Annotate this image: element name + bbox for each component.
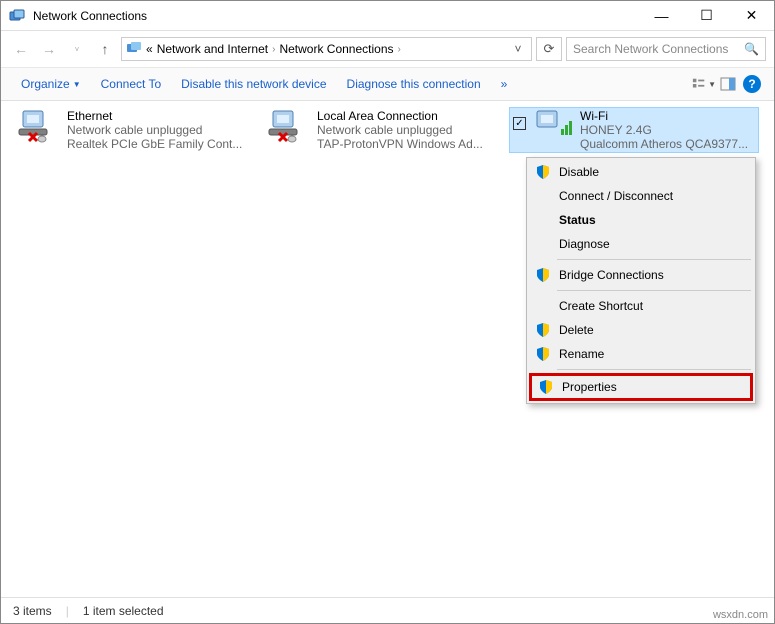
address-bar: ← → ˅ ↑ « Network and Internet › Network… bbox=[1, 31, 774, 67]
refresh-button[interactable]: ⟳ bbox=[536, 37, 562, 61]
more-button[interactable]: » bbox=[491, 73, 518, 95]
status-bar: 3 items | 1 item selected bbox=[1, 597, 774, 623]
breadcrumb-prefix: « bbox=[146, 42, 153, 56]
selected-count: 1 item selected bbox=[83, 604, 164, 618]
connection-name: Ethernet bbox=[67, 109, 255, 123]
connection-status: Network cable unplugged bbox=[317, 123, 505, 137]
ctx-status[interactable]: Status bbox=[529, 208, 753, 232]
connection-status: Network cable unplugged bbox=[67, 123, 255, 137]
shield-icon bbox=[538, 379, 554, 395]
toolbar: Organize ▼ Connect To Disable this netwo… bbox=[1, 67, 774, 101]
connection-device: Qualcomm Atheros QCA9377... bbox=[580, 137, 755, 151]
address-box[interactable]: « Network and Internet › Network Connect… bbox=[121, 37, 532, 61]
help-icon: ? bbox=[743, 75, 761, 93]
context-menu: Disable Connect / Disconnect Status Diag… bbox=[526, 157, 756, 404]
chevron-right-icon[interactable]: › bbox=[398, 44, 401, 55]
chevron-down-icon: ▼ bbox=[73, 80, 81, 89]
close-button[interactable]: ✕ bbox=[729, 1, 774, 30]
shield-icon bbox=[535, 346, 551, 362]
status-divider: | bbox=[66, 604, 69, 618]
ctx-separator bbox=[557, 259, 751, 260]
search-icon: 🔍 bbox=[744, 42, 759, 56]
view-options-icon[interactable]: ▼ bbox=[692, 72, 716, 96]
connection-local-area[interactable]: Local Area Connection Network cable unpl… bbox=[259, 107, 509, 153]
shield-icon bbox=[535, 267, 551, 283]
ctx-delete[interactable]: Delete bbox=[529, 318, 753, 342]
search-input[interactable]: Search Network Connections 🔍 bbox=[566, 37, 766, 61]
ctx-diagnose[interactable]: Diagnose bbox=[529, 232, 753, 256]
selection-checkbox[interactable]: ✓ bbox=[513, 117, 526, 130]
error-x-icon bbox=[27, 131, 47, 147]
connect-to-button[interactable]: Connect To bbox=[91, 73, 172, 95]
connection-device: Realtek PCIe GbE Family Cont... bbox=[67, 137, 255, 151]
search-placeholder: Search Network Connections bbox=[573, 42, 728, 56]
organize-menu[interactable]: Organize ▼ bbox=[11, 73, 91, 95]
connection-status: HONEY 2.4G bbox=[580, 123, 755, 137]
shield-icon bbox=[535, 164, 551, 180]
ctx-rename[interactable]: Rename bbox=[529, 342, 753, 366]
connection-wifi[interactable]: ✓ Wi-Fi HONEY 2.4G Qualcomm Atheros QCA9… bbox=[509, 107, 759, 153]
maximize-button[interactable]: ☐ bbox=[684, 1, 729, 30]
ctx-separator bbox=[557, 290, 751, 291]
connection-name: Local Area Connection bbox=[317, 109, 505, 123]
forward-button[interactable]: → bbox=[37, 37, 61, 61]
ctx-separator bbox=[557, 369, 751, 370]
connection-ethernet[interactable]: Ethernet Network cable unplugged Realtek… bbox=[9, 107, 259, 153]
title-bar: Network Connections — ☐ ✕ bbox=[1, 1, 774, 31]
connection-name: Wi-Fi bbox=[580, 109, 755, 123]
address-dropdown[interactable]: ˅ bbox=[509, 42, 527, 56]
disable-device-button[interactable]: Disable this network device bbox=[171, 73, 336, 95]
folder-icon bbox=[126, 40, 142, 59]
error-x-icon bbox=[277, 131, 297, 147]
ctx-properties[interactable]: Properties bbox=[529, 373, 753, 401]
ctx-connect[interactable]: Connect / Disconnect bbox=[529, 184, 753, 208]
ctx-disable[interactable]: Disable bbox=[529, 160, 753, 184]
ctx-bridge[interactable]: Bridge Connections bbox=[529, 263, 753, 287]
shield-icon bbox=[535, 322, 551, 338]
ctx-shortcut[interactable]: Create Shortcut bbox=[529, 294, 753, 318]
recent-dropdown[interactable]: ˅ bbox=[65, 37, 89, 61]
watermark: wsxdn.com bbox=[713, 609, 768, 621]
breadcrumb-2[interactable]: Network Connections bbox=[279, 42, 393, 56]
wifi-adapter-icon bbox=[533, 109, 573, 137]
connection-device: TAP-ProtonVPN Windows Ad... bbox=[317, 137, 505, 151]
chevron-right-icon[interactable]: › bbox=[272, 44, 275, 55]
app-icon bbox=[9, 8, 25, 24]
diagnose-button[interactable]: Diagnose this connection bbox=[337, 73, 491, 95]
preview-pane-icon[interactable] bbox=[716, 72, 740, 96]
item-count: 3 items bbox=[13, 604, 52, 618]
breadcrumb-1[interactable]: Network and Internet bbox=[157, 42, 268, 56]
window-title: Network Connections bbox=[33, 9, 639, 23]
help-button[interactable]: ? bbox=[740, 72, 764, 96]
minimize-button[interactable]: — bbox=[639, 1, 684, 30]
content-area: Ethernet Network cable unplugged Realtek… bbox=[1, 101, 774, 159]
back-button[interactable]: ← bbox=[9, 37, 33, 61]
up-button[interactable]: ↑ bbox=[93, 37, 117, 61]
